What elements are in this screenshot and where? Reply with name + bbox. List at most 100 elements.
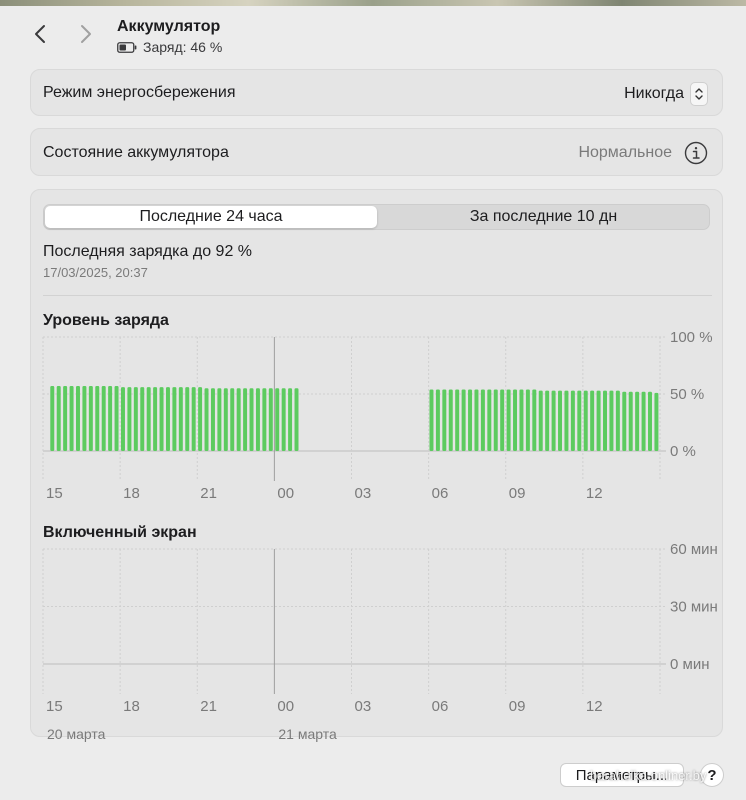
x-tick-label: 15 xyxy=(46,698,63,715)
battery-level-bar xyxy=(538,390,543,451)
tab-last-10-days[interactable]: За последние 10 дн xyxy=(378,206,709,228)
battery-level-bar xyxy=(108,386,113,451)
battery-level-bar xyxy=(198,387,203,451)
battery-icon xyxy=(117,41,137,53)
x-tick-label: 21 xyxy=(200,698,217,715)
battery-level-bar xyxy=(56,386,61,451)
battery-level-bar xyxy=(114,386,119,451)
battery-level-bar xyxy=(255,388,260,451)
header: Аккумулятор Заряд: 46 % xyxy=(0,6,746,64)
battery-level-bar xyxy=(493,389,498,451)
x-tick-label: 03 xyxy=(355,698,372,715)
battery-level-bar xyxy=(50,386,55,451)
battery-level-bar xyxy=(641,391,646,451)
battery-level-bar xyxy=(615,390,620,451)
battery-level-bar xyxy=(577,390,582,451)
battery-level-bar xyxy=(448,389,453,451)
battery-level-bar xyxy=(249,388,254,451)
battery-level-bar xyxy=(442,389,447,451)
x-tick-label: 18 xyxy=(123,698,140,715)
battery-level-bar xyxy=(551,390,556,451)
back-button[interactable] xyxy=(28,20,52,48)
y-tick-label: 60 мин xyxy=(670,541,718,558)
battery-level-bar xyxy=(172,387,177,451)
battery-health-value: Нормальное xyxy=(578,144,672,161)
battery-level-bar xyxy=(525,389,530,451)
battery-level-bar xyxy=(82,386,87,451)
energy-mode-popup[interactable]: Никогда xyxy=(624,82,708,106)
battery-level-bar xyxy=(133,387,138,451)
battery-level-bar xyxy=(268,388,273,451)
battery-level-bar xyxy=(468,389,473,451)
screen-on-chart-title: Включенный экран xyxy=(43,524,197,541)
tab-last-24-hours[interactable]: Последние 24 часа xyxy=(45,206,377,228)
battery-level-bar xyxy=(230,388,235,451)
battery-level-bar xyxy=(178,387,183,451)
battery-charge-text: Заряд: 46 % xyxy=(143,39,223,55)
battery-level-bar xyxy=(88,386,93,451)
battery-level-bar xyxy=(204,388,209,451)
battery-level-bar xyxy=(429,389,434,451)
battery-level-bar xyxy=(622,391,627,451)
x-tick-label: 03 xyxy=(355,485,372,502)
usage-history-panel: Последние 24 часа За последние 10 дн Пос… xyxy=(30,189,723,742)
x-tick-label: 09 xyxy=(509,485,526,502)
battery-level-bar xyxy=(545,390,550,451)
battery-level-bar xyxy=(159,387,164,451)
info-button[interactable] xyxy=(684,141,708,165)
battery-level-bar xyxy=(101,386,106,451)
battery-level-bar xyxy=(236,388,241,451)
battery-level-bar xyxy=(570,390,575,451)
battery-level-bar xyxy=(185,387,190,451)
battery-level-bar xyxy=(243,388,248,451)
battery-level-bar xyxy=(519,389,524,451)
battery-level-bar xyxy=(558,390,563,451)
battery-health-row: Состояние аккумулятора Нормальное xyxy=(30,128,723,176)
battery-level-chart-title: Уровень заряда xyxy=(43,312,169,329)
x-tick-label: 15 xyxy=(46,485,63,502)
y-tick-label: 50 % xyxy=(670,386,704,403)
battery-level-bar xyxy=(63,386,68,451)
x-tick-label: 09 xyxy=(509,698,526,715)
battery-level-bar xyxy=(210,388,215,451)
divider xyxy=(43,295,712,296)
last-charge-text: Последняя зарядка до 92 % xyxy=(43,243,253,260)
date-label: 21 марта xyxy=(278,726,337,742)
y-tick-label: 30 мин xyxy=(670,599,718,616)
battery-level-bar xyxy=(75,386,80,451)
x-tick-label: 12 xyxy=(586,485,603,502)
page-title: Аккумулятор xyxy=(117,18,221,35)
battery-level-bar xyxy=(532,389,537,451)
battery-level-bar xyxy=(609,390,614,451)
battery-level-bar xyxy=(435,389,440,451)
battery-level-chart: 100 % 50 % 0 % 15 18 21 00 03 06 09 12 xyxy=(42,329,713,502)
date-label: 20 марта xyxy=(47,726,106,742)
battery-level-bar xyxy=(140,387,145,451)
battery-level-bar xyxy=(288,388,293,451)
battery-level-bar xyxy=(281,388,286,451)
y-tick-label: 0 % xyxy=(670,443,696,460)
battery-level-bar xyxy=(120,387,125,451)
energy-mode-row: Режим энергосбережения Никогда xyxy=(30,69,723,116)
x-tick-label: 21 xyxy=(200,485,217,502)
battery-level-bar xyxy=(506,389,511,451)
battery-level-bar xyxy=(635,391,640,451)
battery-level-bar xyxy=(628,391,633,451)
battery-level-bar xyxy=(127,387,132,451)
y-tick-label: 0 мин xyxy=(670,656,710,673)
watermark-text: baraholka.onliner.by xyxy=(590,768,707,783)
battery-level-bar xyxy=(153,387,158,451)
chevron-updown-icon xyxy=(690,82,708,106)
battery-level-bar xyxy=(191,387,196,451)
battery-level-bar xyxy=(596,390,601,451)
battery-level-bar xyxy=(513,389,518,451)
info-icon xyxy=(684,141,708,165)
screen-on-chart: 60 мин 30 мин 0 мин 15 18 21 00 03 06 09 12 20 март… xyxy=(42,541,718,742)
forward-button[interactable] xyxy=(74,20,98,48)
last-charge-date: 17/03/2025, 20:37 xyxy=(43,265,148,280)
battery-level-bar xyxy=(262,388,267,451)
x-tick-label: 06 xyxy=(432,698,449,715)
battery-level-bar xyxy=(275,388,280,451)
battery-level-bar xyxy=(95,386,100,451)
battery-level-bar xyxy=(500,389,505,451)
